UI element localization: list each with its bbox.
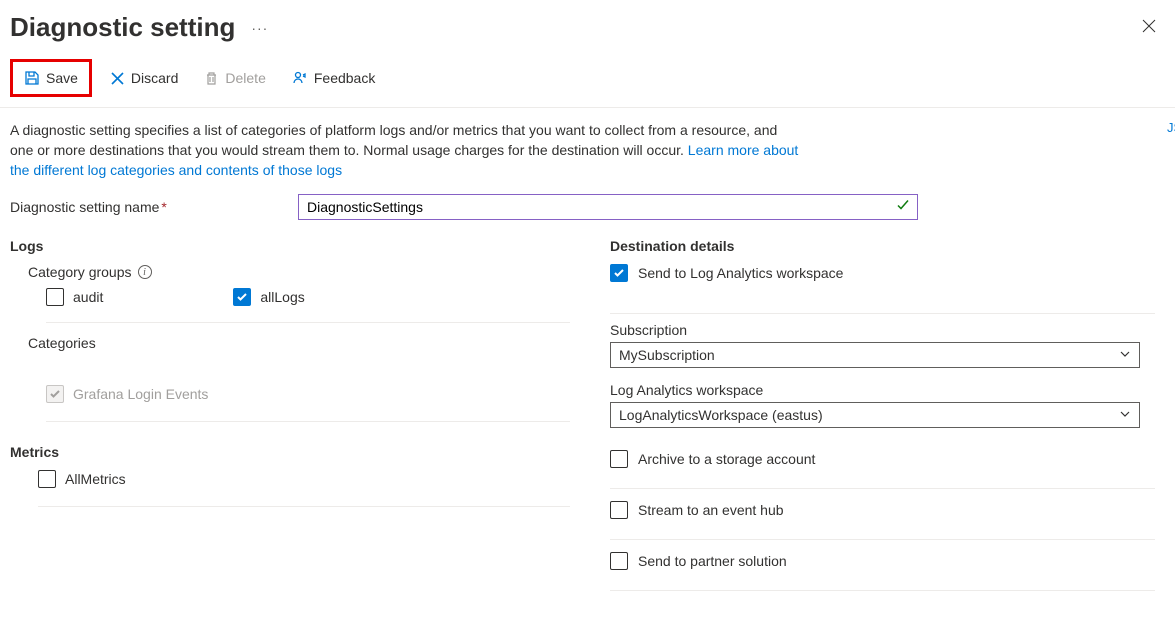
save-label: Save <box>46 70 78 86</box>
grafana-login-label: Grafana Login Events <box>73 386 208 402</box>
audit-checkbox[interactable] <box>46 288 64 306</box>
feedback-icon <box>292 70 308 86</box>
info-icon[interactable]: i <box>138 265 152 279</box>
allmetrics-checkbox[interactable] <box>38 470 56 488</box>
chevron-down-icon <box>1119 407 1131 423</box>
delete-icon <box>204 71 219 86</box>
setting-name-input[interactable] <box>298 194 918 220</box>
delete-label: Delete <box>225 70 265 86</box>
allmetrics-option[interactable]: AllMetrics <box>38 470 570 488</box>
audit-label: audit <box>73 289 103 305</box>
toolbar: Save Discard Delete Feedback <box>0 53 1175 108</box>
required-star: * <box>161 199 166 215</box>
alllogs-option[interactable]: allLogs <box>233 288 304 306</box>
chevron-down-icon <box>1119 347 1131 363</box>
eventhub-option[interactable]: Stream to an event hub <box>610 501 1155 540</box>
allmetrics-label: AllMetrics <box>65 471 126 487</box>
subscription-select[interactable]: MySubscription <box>610 342 1140 368</box>
alllogs-label: allLogs <box>260 289 304 305</box>
discard-button[interactable]: Discard <box>102 64 186 92</box>
description-text: A diagnostic setting specifies a list of… <box>10 120 800 180</box>
metrics-heading: Metrics <box>10 444 570 460</box>
close-icon[interactable] <box>1141 18 1157 37</box>
partner-option[interactable]: Send to partner solution <box>610 552 1155 591</box>
destination-heading: Destination details <box>610 238 1155 254</box>
save-icon <box>24 70 40 86</box>
feedback-button[interactable]: Feedback <box>284 64 383 92</box>
archive-storage-label: Archive to a storage account <box>638 451 815 467</box>
category-groups-label: Category groups i <box>28 264 570 280</box>
workspace-select[interactable]: LogAnalyticsWorkspace (eastus) <box>610 402 1140 428</box>
discard-label: Discard <box>131 70 178 86</box>
workspace-value: LogAnalyticsWorkspace (eastus) <box>619 407 823 423</box>
partner-checkbox[interactable] <box>610 552 628 570</box>
alllogs-checkbox[interactable] <box>233 288 251 306</box>
eventhub-label: Stream to an event hub <box>638 502 784 518</box>
delete-button: Delete <box>196 64 273 92</box>
valid-check-icon <box>896 199 910 216</box>
partner-label: Send to partner solution <box>638 553 787 569</box>
send-la-checkbox[interactable] <box>610 264 628 282</box>
subscription-label: Subscription <box>610 322 1155 338</box>
grafana-login-option: Grafana Login Events <box>46 385 570 403</box>
logs-heading: Logs <box>10 238 570 254</box>
categories-label: Categories <box>28 335 570 351</box>
json-view-link[interactable]: JSON View <box>1167 120 1175 135</box>
send-la-label: Send to Log Analytics workspace <box>638 265 843 281</box>
eventhub-checkbox[interactable] <box>610 501 628 519</box>
send-la-option[interactable]: Send to Log Analytics workspace <box>610 264 1155 290</box>
workspace-label: Log Analytics workspace <box>610 382 1155 398</box>
feedback-label: Feedback <box>314 70 375 86</box>
grafana-login-checkbox <box>46 385 64 403</box>
archive-storage-checkbox[interactable] <box>610 450 628 468</box>
save-button[interactable]: Save <box>10 59 92 97</box>
setting-name-label: Diagnostic setting name* <box>10 199 298 215</box>
more-icon[interactable]: ··· <box>251 20 268 36</box>
subscription-value: MySubscription <box>619 347 715 363</box>
audit-option[interactable]: audit <box>46 288 103 306</box>
discard-icon <box>110 71 125 86</box>
page-title: Diagnostic setting <box>10 12 235 43</box>
archive-storage-option[interactable]: Archive to a storage account <box>610 450 1155 489</box>
